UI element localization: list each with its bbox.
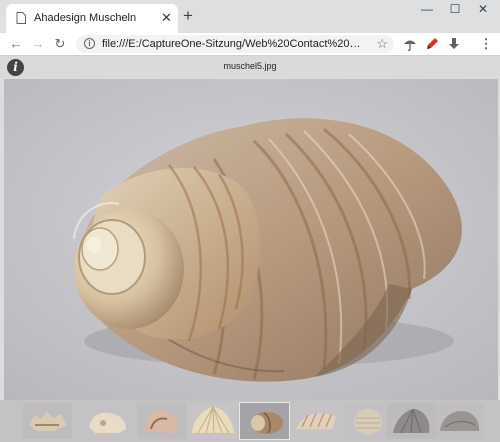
address-bar[interactable]: i file:///E:/CaptureOne-Sitzung/Web%20Co… [76, 35, 394, 53]
close-window-button[interactable]: ✕ [469, 0, 497, 18]
thumbnail-8[interactable] [387, 403, 436, 439]
thumbnail-7[interactable] [344, 403, 393, 439]
bookmark-star-icon[interactable]: ☆ [376, 36, 388, 52]
new-tab-button[interactable]: + [183, 6, 193, 26]
thumbnail-3[interactable] [137, 403, 186, 439]
thumbnail-9[interactable] [435, 403, 484, 439]
url-text: file:///E:/CaptureOne-Sitzung/Web%20Cont… [102, 38, 364, 50]
viewer-header: i muschel5.jpg [0, 56, 500, 78]
browser-toolbar: ← → ↻ i file:///E:/CaptureOne-Sitzung/We… [0, 33, 500, 56]
thumbnail-2[interactable] [83, 403, 132, 439]
back-icon[interactable]: ← [8, 36, 24, 52]
tab-strip: Ahadesign Muscheln ✕ + — ☐ ✕ [0, 0, 500, 33]
browser-tab[interactable]: Ahadesign Muscheln ✕ [6, 4, 178, 33]
site-info-icon[interactable]: i [84, 38, 95, 49]
thumbnail-6[interactable] [292, 403, 341, 439]
thumbnail-4[interactable] [188, 403, 237, 439]
reload-icon[interactable]: ↻ [52, 36, 68, 52]
menu-kebab-icon[interactable]: ⋮ [478, 36, 494, 52]
pen-extension-icon[interactable] [424, 36, 440, 52]
close-tab-icon[interactable]: ✕ [161, 11, 172, 25]
main-photo [4, 79, 498, 400]
document-icon [16, 12, 26, 24]
thumbnail-strip [0, 400, 500, 442]
maximize-button[interactable]: ☐ [441, 0, 469, 18]
thumbnail-1[interactable] [23, 403, 72, 439]
umbrella-extension-icon[interactable] [402, 36, 418, 52]
thumbnail-5-active[interactable] [239, 402, 290, 440]
image-filename: muschel5.jpg [223, 61, 277, 71]
tab-title: Ahadesign Muscheln [34, 12, 137, 24]
minimize-button[interactable]: — [413, 0, 441, 18]
download-icon[interactable] [446, 36, 462, 52]
forward-icon[interactable]: → [30, 36, 46, 52]
